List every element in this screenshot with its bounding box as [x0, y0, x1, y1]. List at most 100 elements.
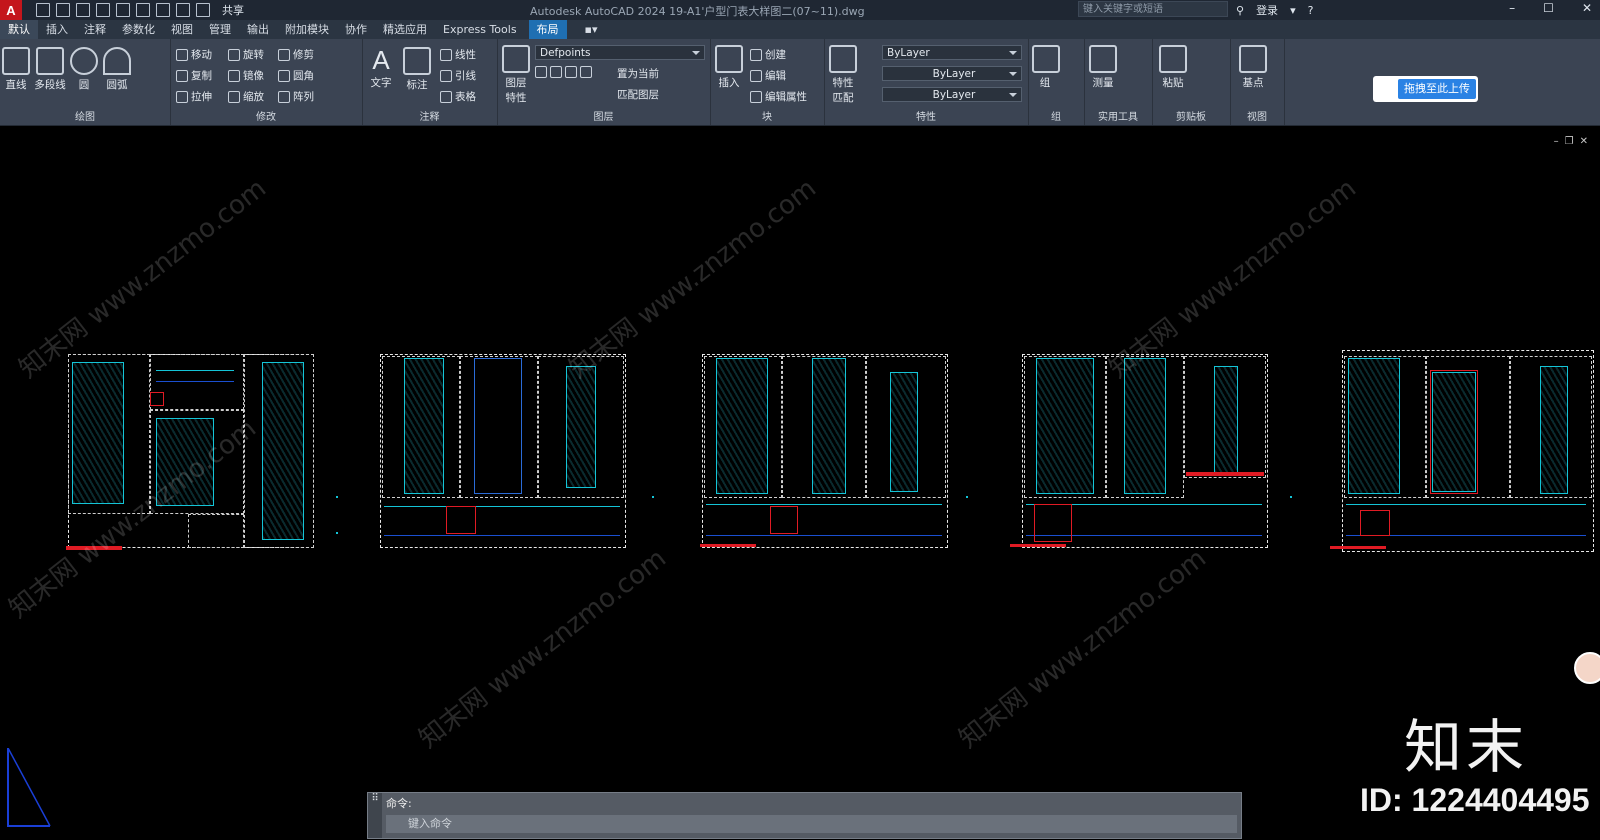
trim-tool[interactable]: 修剪	[278, 47, 314, 62]
panel-modify-label[interactable]: 修改	[170, 108, 362, 123]
share-button[interactable]: 共享	[222, 2, 244, 18]
layer-current-icon[interactable]	[580, 66, 592, 78]
match-layer-tool[interactable]: 匹配图层	[617, 87, 659, 102]
viewport-close-icon[interactable]: ✕	[1580, 136, 1588, 147]
edit-block-tool[interactable]: 编辑	[750, 68, 786, 83]
edit-attributes-tool[interactable]: 编辑属性	[750, 89, 807, 104]
arc-tool[interactable]: 圆弧	[102, 47, 132, 92]
tab-layout[interactable]: 布局	[528, 20, 567, 39]
move-tool[interactable]: 移动	[176, 47, 212, 62]
save-web-icon[interactable]	[136, 3, 150, 17]
maximize-icon[interactable]: ☐	[1543, 1, 1554, 15]
viewport-restore-icon[interactable]: ❐	[1565, 136, 1574, 147]
panel-view-label[interactable]: 视图	[1230, 108, 1284, 123]
new-file-icon[interactable]	[36, 3, 50, 17]
color-dropdown[interactable]: ByLayer	[882, 45, 1022, 60]
rotate-tool[interactable]: 旋转	[228, 47, 264, 62]
panel-groups-label[interactable]: 组	[1028, 108, 1084, 123]
login-button[interactable]: 登录	[1256, 2, 1278, 18]
tab-output[interactable]: 输出	[239, 20, 277, 39]
command-line-handle[interactable]: ⠿	[368, 793, 382, 838]
paste-tool[interactable]: 粘贴	[1158, 45, 1188, 90]
tab-manage[interactable]: 管理	[201, 20, 239, 39]
search-input[interactable]: 键入关键字或短语	[1078, 1, 1228, 17]
array-tool[interactable]: 阵列	[278, 89, 314, 104]
save-as-icon[interactable]	[96, 3, 110, 17]
application-menu-button[interactable]: A	[0, 0, 22, 20]
panel-groups: 组 组	[1028, 39, 1085, 125]
linear-tool[interactable]: 线性	[440, 47, 476, 62]
insert-block-tool[interactable]: 插入	[714, 45, 744, 90]
ribbon-tabs: 默认 插入 注释 参数化 视图 管理 输出 附加模块 协作 精选应用 Expre…	[0, 20, 1600, 39]
tab-parametric[interactable]: 参数化	[114, 20, 163, 39]
open-web-icon[interactable]	[116, 3, 130, 17]
panel-properties-label[interactable]: 特性	[824, 108, 1028, 123]
scale-tool[interactable]: 缩放	[228, 89, 264, 104]
drawing-canvas[interactable]: – ❐ ✕ 知末网 www.znzmo.com 知末网 www.znzmo.co…	[0, 126, 1600, 840]
panel-annotation-label[interactable]: 注释	[362, 108, 497, 123]
tab-insert[interactable]: 插入	[38, 20, 76, 39]
help-icon[interactable]: ?	[1308, 4, 1314, 17]
close-icon[interactable]: ✕	[1582, 1, 1592, 15]
plot-icon[interactable]	[156, 3, 170, 17]
tab-annotate[interactable]: 注释	[76, 20, 114, 39]
cart-icon[interactable]: ▾	[1290, 4, 1296, 17]
layer-lock-icon[interactable]	[565, 66, 577, 78]
viewport-minimize-icon[interactable]: –	[1554, 136, 1559, 147]
watermark-text: 知末网 www.znzmo.com	[413, 543, 672, 755]
set-current-tool[interactable]: 置为当前	[617, 66, 659, 81]
command-input[interactable]: 键入命令	[386, 815, 1237, 833]
polyline-tool[interactable]: 多段线	[32, 47, 68, 92]
panel-clipboard-label[interactable]: 剪贴板	[1152, 108, 1230, 123]
base-view-tool[interactable]: 基点	[1238, 45, 1268, 90]
revision-mark	[1034, 504, 1072, 542]
measure-tool[interactable]: 测量	[1088, 45, 1118, 90]
layer-freeze-icon[interactable]	[550, 66, 562, 78]
tab-featured-apps[interactable]: 精选应用	[375, 20, 435, 39]
array-icon	[278, 90, 290, 103]
door-section	[1540, 366, 1568, 494]
open-file-icon[interactable]	[56, 3, 70, 17]
save-icon[interactable]	[76, 3, 90, 17]
undo-icon[interactable]	[176, 3, 190, 17]
tab-collaborate[interactable]: 协作	[337, 20, 375, 39]
text-tool[interactable]: A 文字	[366, 45, 396, 90]
search-icon[interactable]: ⚲	[1236, 4, 1244, 17]
line-tool[interactable]: 直线	[2, 47, 30, 92]
create-block-tool[interactable]: 创建	[750, 47, 786, 62]
layer-dropdown[interactable]: Defpoints	[535, 45, 705, 60]
marker	[966, 496, 968, 498]
layer-properties-tool[interactable]: 图层特性	[501, 45, 531, 105]
linetype-dropdown[interactable]: ByLayer	[882, 66, 1022, 81]
table-tool[interactable]: 表格	[440, 89, 476, 104]
layer-off-icon[interactable]	[535, 66, 547, 78]
lineweight-dropdown[interactable]: ByLayer	[882, 87, 1022, 102]
fillet-tool[interactable]: 圆角	[278, 68, 314, 83]
panel-draw-label[interactable]: 绘图	[0, 108, 170, 123]
match-properties-tool[interactable]: 特性匹配	[828, 45, 858, 105]
mirror-tool[interactable]: 镜像	[228, 68, 264, 83]
revision-mark	[446, 506, 476, 534]
minimize-icon[interactable]: –	[1509, 1, 1515, 15]
leader-tool[interactable]: 引线	[440, 68, 476, 83]
quick-access-toolbar: 共享	[36, 2, 244, 18]
copy-tool[interactable]: 复制	[176, 68, 212, 83]
group-tool[interactable]: 组	[1032, 45, 1060, 90]
assistant-avatar[interactable]	[1574, 652, 1600, 684]
tab-overflow-button[interactable]: ▪▾	[577, 20, 617, 39]
tab-view[interactable]: 视图	[163, 20, 201, 39]
tab-express-tools[interactable]: Express Tools	[435, 20, 525, 39]
tab-default[interactable]: 默认	[0, 20, 38, 39]
circle-tool[interactable]: 圆	[70, 47, 98, 92]
tab-addins[interactable]: 附加模块	[277, 20, 337, 39]
panel-block-label[interactable]: 块	[710, 108, 824, 123]
trim-icon	[278, 48, 290, 61]
leader-icon	[440, 69, 452, 82]
dimension-tool[interactable]: 标注	[402, 47, 432, 92]
redo-icon[interactable]	[196, 3, 210, 17]
upload-button[interactable]: 拖拽至此上传	[1373, 76, 1478, 102]
panel-utilities-label[interactable]: 实用工具	[1084, 108, 1152, 123]
stretch-tool[interactable]: 拉伸	[176, 89, 212, 104]
panel-layers-label[interactable]: 图层	[497, 108, 710, 123]
revision-mark	[150, 392, 164, 406]
